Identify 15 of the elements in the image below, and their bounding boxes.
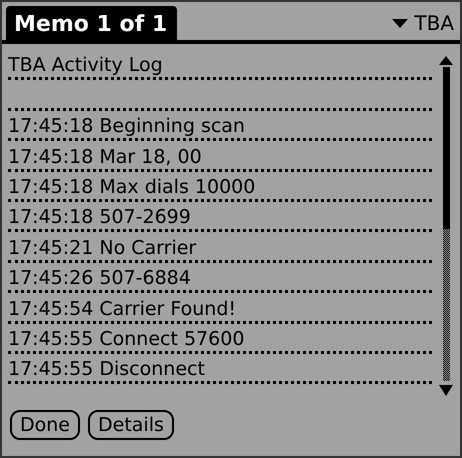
log-line-text: 17:45:18 507-2699	[8, 205, 191, 230]
log-line-text: 17:45:26 507-6884	[8, 266, 191, 290]
log-line-text: 17:45:21 No Carrier	[8, 236, 196, 260]
dropdown-triangle-icon	[392, 18, 408, 28]
memo-button[interactable]: Details	[88, 410, 174, 440]
category-dropdown[interactable]: TBA	[392, 6, 460, 40]
memo-button[interactable]: Done	[10, 410, 80, 440]
window-title: Memo 1 of 1	[6, 6, 178, 40]
log-line-text: 17:45:18 Beginning scan	[8, 114, 245, 138]
log-line-text: 17:45:55 Disconnect	[8, 357, 205, 382]
log-line-text: 17:45:18 Max dials 10000	[8, 174, 256, 199]
memo-heading: TBA Activity Log	[8, 53, 163, 78]
log-line-text: 17:45:18 Mar 18, 00	[8, 144, 202, 169]
log-line-text: 17:45:54 Carrier Found!	[8, 296, 236, 321]
log-line-text: 17:45:55 Connect 57600	[8, 326, 244, 351]
